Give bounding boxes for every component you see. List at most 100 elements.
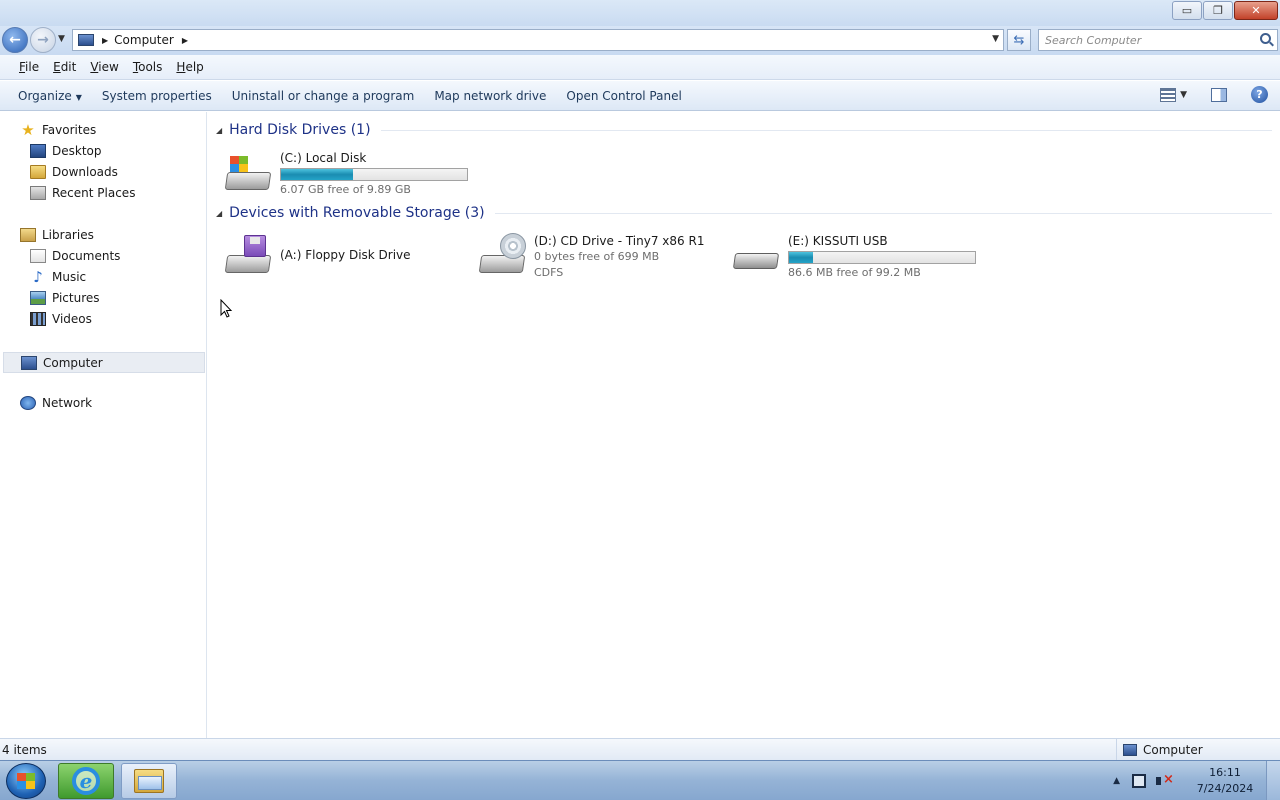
nav-pictures[interactable]: Pictures xyxy=(30,291,100,305)
command-bar: Organize ▼ System properties Uninstall or… xyxy=(0,81,1280,111)
view-controls: ▼ ? xyxy=(1160,86,1268,103)
change-view-icon[interactable] xyxy=(1160,87,1177,102)
computer-icon xyxy=(1123,743,1137,756)
clock-date: 7/24/2024 xyxy=(1196,782,1254,795)
network-status-icon[interactable] xyxy=(1132,774,1146,788)
address-row: ← → ▼ ▶ Computer ▶ ▼ ⇆ xyxy=(0,26,1280,55)
breadcrumb-computer[interactable]: Computer xyxy=(114,33,174,47)
back-arrow-icon: ← xyxy=(9,32,21,48)
nav-documents[interactable]: Documents xyxy=(30,249,120,263)
videos-filmstrip-icon xyxy=(30,312,46,326)
nav-computer[interactable]: Computer xyxy=(3,352,205,373)
desktop-icon xyxy=(30,144,46,158)
window-controls: ▭ ❐ ✕ xyxy=(1172,1,1278,20)
downloads-folder-icon xyxy=(30,165,46,179)
chevron-down-icon: ▼ xyxy=(75,92,82,102)
show-desktop-button[interactable] xyxy=(1266,761,1280,800)
refresh-button[interactable]: ⇆ xyxy=(1007,29,1031,51)
nav-favorites[interactable]: ★ Favorites xyxy=(20,121,96,139)
address-bar[interactable]: ▶ Computer ▶ ▼ xyxy=(72,29,1004,51)
menu-file[interactable]: File xyxy=(12,60,46,74)
refresh-icon: ⇆ xyxy=(1013,32,1025,48)
computer-icon xyxy=(21,355,37,370)
menu-help[interactable]: Help xyxy=(169,60,210,74)
drive-d-cd[interactable]: (D:) CD Drive - Tiny7 x86 R1 0 bytes fre… xyxy=(478,233,704,281)
help-icon[interactable]: ? xyxy=(1251,86,1268,103)
status-bar: 4 items Computer xyxy=(0,738,1280,760)
cd-drive-icon xyxy=(478,233,528,277)
internet-explorer-icon: e xyxy=(72,767,100,795)
nav-network[interactable]: Network xyxy=(20,396,92,410)
restore-button[interactable]: ❐ xyxy=(1203,1,1233,20)
map-network-drive-button[interactable]: Map network drive xyxy=(424,89,556,103)
view-options-dropdown-icon[interactable]: ▼ xyxy=(1180,90,1187,100)
group-header-removable-storage[interactable]: ◢ Devices with Removable Storage (3) xyxy=(216,205,1272,221)
disk-usage-fill xyxy=(281,169,353,180)
star-icon: ★ xyxy=(21,121,35,139)
system-properties-button[interactable]: System properties xyxy=(92,89,222,103)
hard-disk-icon xyxy=(224,150,274,194)
pictures-icon xyxy=(30,291,46,305)
forward-arrow-icon: → xyxy=(37,32,49,48)
navigation-pane: ★ Favorites Desktop Downloads Recent Pla… xyxy=(0,112,207,738)
group-divider xyxy=(380,129,1272,131)
back-button[interactable]: ← xyxy=(2,27,28,53)
forward-button[interactable]: → xyxy=(30,27,56,53)
system-tray: ▲ 16:11 7/24/2024 xyxy=(1113,761,1280,800)
taskbar: e ▲ 16:11 7/24/2024 xyxy=(0,760,1280,800)
windows-logo-icon xyxy=(17,773,35,789)
nav-videos[interactable]: Videos xyxy=(30,312,92,326)
disk-usage-bar xyxy=(788,251,976,264)
floppy-disk-icon xyxy=(224,233,274,277)
menu-tools[interactable]: Tools xyxy=(126,60,170,74)
taskbar-internet-explorer[interactable]: e xyxy=(58,763,114,799)
clock[interactable]: 16:11 7/24/2024 xyxy=(1190,765,1260,797)
search-input[interactable] xyxy=(1039,30,1249,50)
title-bar: ▭ ❐ ✕ xyxy=(0,0,1280,26)
search-icon[interactable] xyxy=(1260,33,1271,44)
search-box[interactable] xyxy=(1038,29,1278,51)
menu-bar: File Edit View Tools Help xyxy=(0,55,1280,80)
preview-pane-icon[interactable] xyxy=(1211,87,1227,102)
disk-usage-fill xyxy=(789,252,813,263)
recent-pages-dropdown[interactable]: ▼ xyxy=(58,34,65,44)
start-button[interactable] xyxy=(6,763,46,799)
nav-desktop[interactable]: Desktop xyxy=(30,144,102,158)
network-icon xyxy=(20,396,36,410)
disk-usage-bar xyxy=(280,168,468,181)
breadcrumb-chevron-icon[interactable]: ▶ xyxy=(182,36,188,45)
windows-explorer-icon xyxy=(134,769,164,793)
close-button[interactable]: ✕ xyxy=(1234,1,1278,20)
item-count: 4 items xyxy=(2,743,47,757)
computer-icon xyxy=(78,34,94,46)
content-area: ◢ Hard Disk Drives (1) (C:) Local Disk 6… xyxy=(208,112,1280,738)
nav-downloads[interactable]: Downloads xyxy=(30,165,118,179)
drive-a-floppy[interactable]: (A:) Floppy Disk Drive xyxy=(224,233,411,277)
group-divider xyxy=(494,212,1272,214)
menu-view[interactable]: View xyxy=(83,60,125,74)
nav-recent-places[interactable]: Recent Places xyxy=(30,186,135,200)
group-header-hard-disk-drives[interactable]: ◢ Hard Disk Drives (1) xyxy=(216,122,1272,138)
show-hidden-icons-icon[interactable]: ▲ xyxy=(1113,776,1120,786)
collapse-triangle-icon[interactable]: ◢ xyxy=(216,126,222,135)
taskbar-windows-explorer[interactable] xyxy=(121,763,177,799)
collapse-triangle-icon[interactable]: ◢ xyxy=(216,209,222,218)
minimize-button[interactable]: ▭ xyxy=(1172,1,1202,20)
volume-muted-icon[interactable] xyxy=(1156,772,1174,788)
usb-drive-icon xyxy=(732,233,782,277)
uninstall-program-button[interactable]: Uninstall or change a program xyxy=(222,89,425,103)
organize-button[interactable]: Organize ▼ xyxy=(8,89,92,103)
status-location: Computer xyxy=(1116,739,1280,760)
drive-e-usb[interactable]: (E:) KISSUTI USB 86.6 MB free of 99.2 MB xyxy=(732,233,976,281)
drive-c-local-disk[interactable]: (C:) Local Disk 6.07 GB free of 9.89 GB xyxy=(224,150,468,198)
clock-time: 16:11 xyxy=(1209,766,1241,779)
address-dropdown-icon[interactable]: ▼ xyxy=(992,34,999,44)
recent-places-icon xyxy=(30,186,46,200)
music-note-icon: ♪ xyxy=(33,268,43,286)
nav-libraries[interactable]: Libraries xyxy=(20,228,94,242)
open-control-panel-button[interactable]: Open Control Panel xyxy=(556,89,691,103)
documents-icon xyxy=(30,249,46,263)
nav-music[interactable]: ♪ Music xyxy=(30,268,86,286)
menu-edit[interactable]: Edit xyxy=(46,60,83,74)
breadcrumb-chevron-icon[interactable]: ▶ xyxy=(102,36,108,45)
